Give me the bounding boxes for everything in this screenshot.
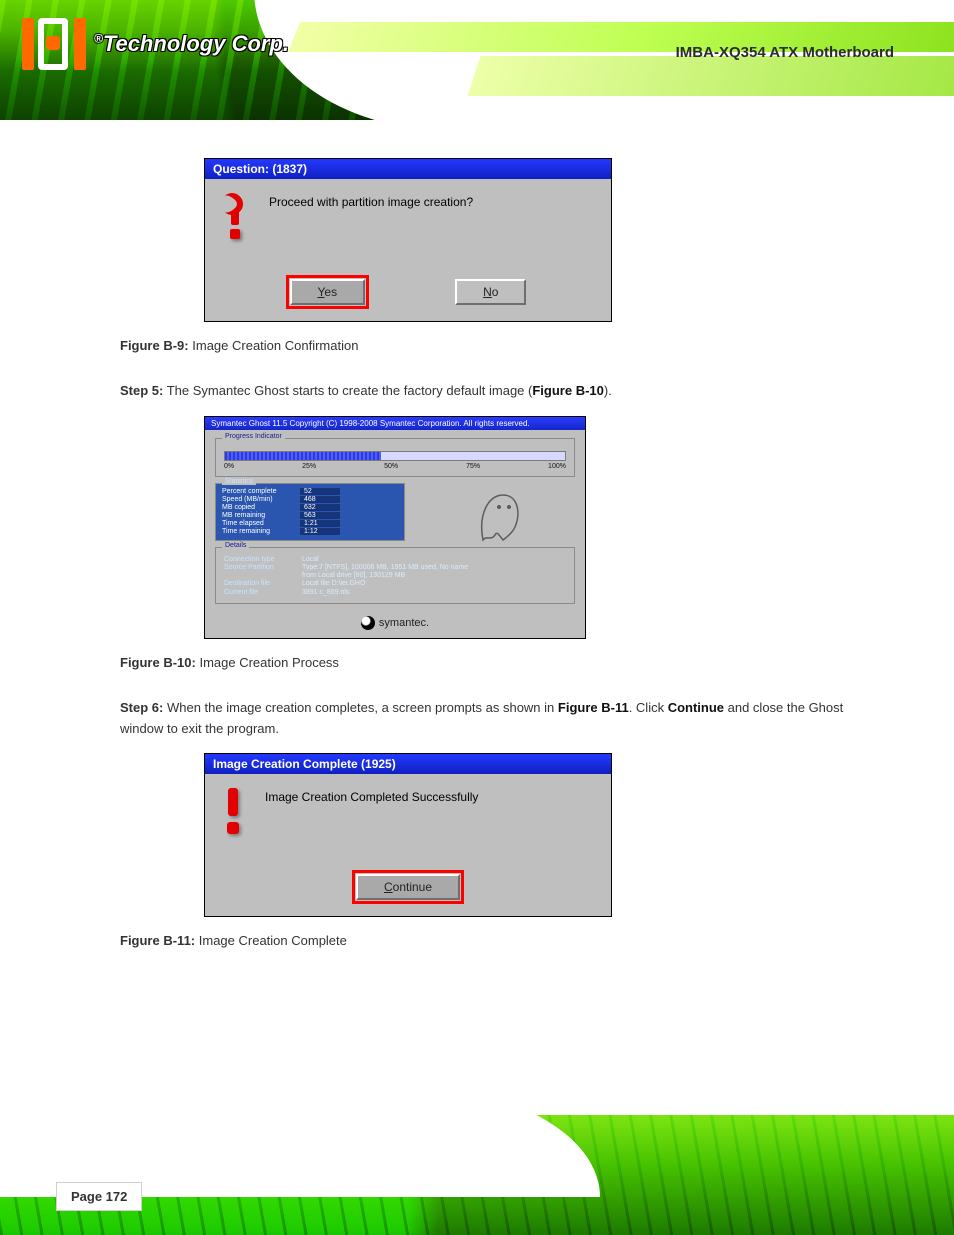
progress-ticks: 0% 25% 50% 75% 100%	[224, 463, 566, 470]
ghost-window: Symantec Ghost 11.5 Copyright (C) 1998-2…	[204, 416, 586, 639]
symantec-brand: symantec.	[215, 610, 575, 632]
footer-banner: Page 172	[0, 1115, 954, 1235]
page-content: Question: (1837) Proceed with partition …	[0, 120, 954, 976]
figure-b11-caption: Figure B-11: Image Creation Complete	[120, 933, 854, 948]
dialog-message-complete: Image Creation Completed Successfully	[265, 788, 478, 858]
step-6-text: Step 6: When the image creation complete…	[120, 698, 854, 740]
step-5-text: Step 5: The Symantec Ghost starts to cre…	[120, 381, 854, 402]
figure-b10-caption: Figure B-10: Image Creation Process	[120, 655, 854, 670]
progress-fieldset: Progress Indicator 0% 25% 50% 75% 100%	[215, 438, 575, 477]
dialog-title: Question: (1837)	[205, 159, 611, 179]
details-panel: Details Connection typeLocal Source Part…	[215, 547, 575, 604]
continue-button[interactable]: Continue	[356, 874, 460, 900]
brand-logo: ®Technology Corp.	[22, 18, 289, 70]
ghost-icon	[421, 483, 575, 547]
details-label: Details	[222, 542, 249, 549]
header-banner: ®Technology Corp. IMBA-XQ354 ATX Motherb…	[0, 0, 954, 120]
question-icon	[219, 193, 251, 235]
brand-text: ®Technology Corp.	[94, 31, 289, 57]
symantec-icon	[361, 616, 375, 630]
ghost-title: Symantec Ghost 11.5 Copyright (C) 1998-2…	[205, 417, 585, 430]
dialog-title-complete: Image Creation Complete (1925)	[205, 754, 611, 774]
complete-dialog: Image Creation Complete (1925) Image Cre…	[204, 753, 612, 917]
progress-label: Progress Indicator	[222, 433, 285, 440]
stats-label: Statistics	[222, 478, 256, 485]
confirm-dialog: Question: (1837) Proceed with partition …	[204, 158, 612, 322]
iei-logo-icon	[22, 18, 86, 70]
exclamation-icon	[219, 788, 247, 832]
figure-b9-caption: Figure B-9: Image Creation Confirmation	[120, 338, 854, 353]
document-title: IMBA-XQ354 ATX Motherboard	[676, 44, 894, 61]
dialog-message: Proceed with partition image creation?	[269, 193, 473, 263]
progress-bar	[224, 451, 566, 461]
header-swoop3	[468, 56, 954, 96]
statistics-panel: Statistics Percent complete52 Speed (MB/…	[215, 483, 405, 541]
yes-button[interactable]: Yes	[290, 279, 366, 305]
page-number: Page 172	[56, 1182, 142, 1211]
no-button[interactable]: No	[455, 279, 526, 305]
